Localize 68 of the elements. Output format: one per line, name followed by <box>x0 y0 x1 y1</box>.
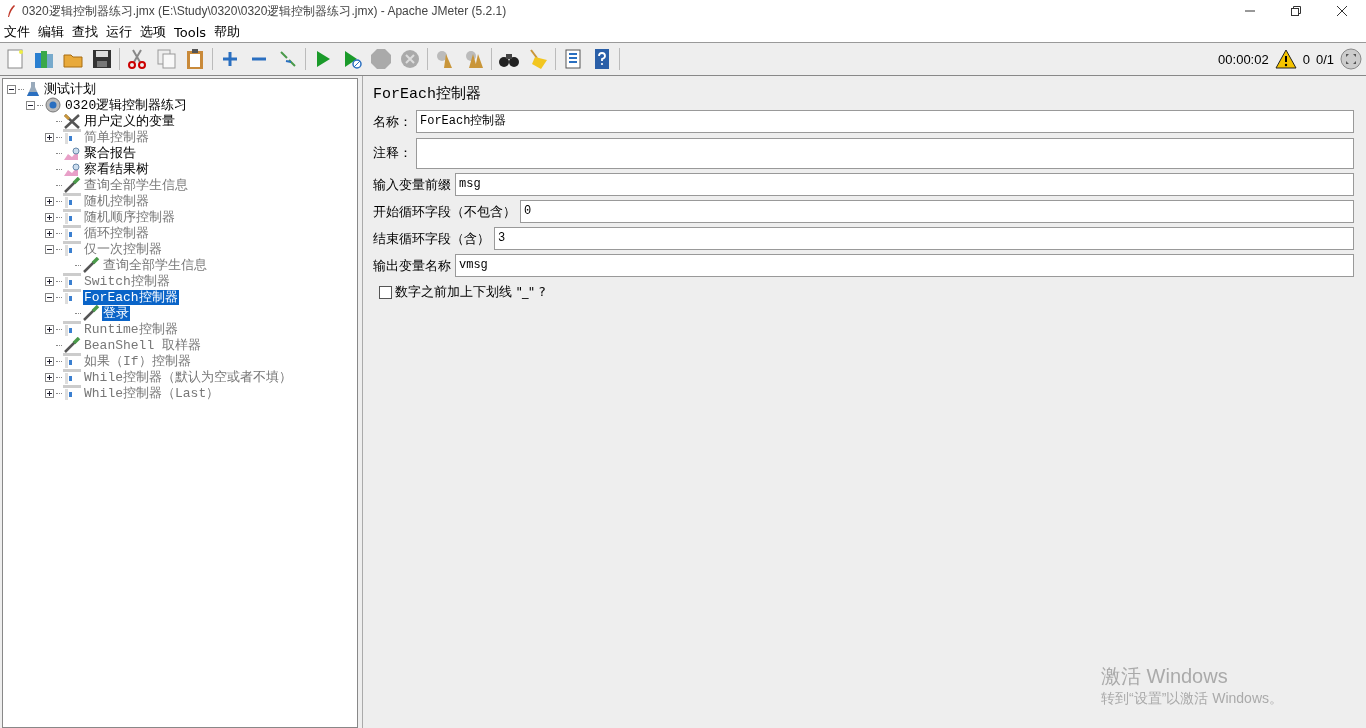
flask-icon <box>25 81 41 97</box>
pipette-icon <box>82 305 100 321</box>
menu-item[interactable]: 编辑 <box>38 23 64 41</box>
tools-icon <box>63 113 81 129</box>
tree-item[interactable]: 察看结果树 <box>83 161 150 177</box>
thread-count: 0/1 <box>1315 51 1334 67</box>
comment-field[interactable] <box>416 137 1354 169</box>
chart-icon <box>63 145 81 161</box>
checkbox[interactable] <box>379 285 392 299</box>
input-field[interactable]: msg <box>455 173 1354 196</box>
tree-item[interactable]: 聚合报告 <box>83 145 137 161</box>
input-field[interactable]: 0 <box>520 200 1354 223</box>
input-field[interactable]: vmsg <box>455 254 1354 277</box>
field-label: 名称： <box>373 112 413 131</box>
clipboard-icon[interactable] <box>184 48 206 70</box>
menu-item[interactable]: 查找 <box>72 23 98 41</box>
expand-toggle[interactable] <box>7 84 16 94</box>
chart-icon <box>63 161 81 177</box>
gear-icon <box>44 97 62 113</box>
checkbox-label: 数字之前加上下划线 "_" ? <box>395 283 546 301</box>
controller-icon <box>63 385 81 401</box>
restore-icon[interactable] <box>1290 5 1302 17</box>
window-title: 0320逻辑控制器练习.jmx (E:\Study\0320\0320逻辑控制器练习.jmx) - Apache JMeter (5.2.1) <box>22 2 507 20</box>
warning-icon <box>1274 49 1297 69</box>
books-icon[interactable] <box>33 48 55 70</box>
controller-icon <box>63 225 81 241</box>
elapsed-time: 00:00:02 <box>1218 51 1269 67</box>
field-label: 输出变量名称 <box>373 256 452 275</box>
tree-item[interactable]: 登录 <box>102 305 130 321</box>
arrows-circle-icon <box>1340 48 1362 70</box>
field-label: 输入变量前缀 <box>373 175 452 194</box>
controller-icon <box>63 289 81 305</box>
pipette-icon <box>82 257 100 273</box>
tree-item[interactable]: 测试计划 <box>43 81 97 97</box>
panel-title: ForEach控制器 <box>373 84 482 105</box>
scissors-icon[interactable] <box>126 48 148 70</box>
pipette-icon <box>63 177 81 193</box>
field-label: 开始循环字段（不包含） <box>373 202 517 221</box>
list-icon[interactable] <box>562 48 584 70</box>
menu-item[interactable]: 文件 <box>4 23 30 41</box>
controller-icon <box>63 353 81 369</box>
controller-icon <box>63 209 81 225</box>
tree-item[interactable]: ForEach控制器 <box>83 289 179 305</box>
field-label: 注释： <box>373 144 413 162</box>
menu-item[interactable]: Tools <box>174 24 207 40</box>
close-icon[interactable] <box>1336 5 1348 17</box>
controller-icon <box>63 369 81 385</box>
controller-icon <box>63 129 81 145</box>
save-icon[interactable] <box>91 48 113 70</box>
expand-toggle[interactable] <box>45 292 54 302</box>
expand-toggle[interactable] <box>26 100 35 110</box>
warning-count: 0 <box>1302 51 1310 67</box>
pipette-icon <box>63 337 81 353</box>
input-field[interactable]: ForEach控制器 <box>416 110 1354 133</box>
menu-item[interactable]: 运行 <box>106 23 132 41</box>
tree-item[interactable]: 用户定义的变量 <box>83 113 176 129</box>
feather-icon <box>6 4 16 18</box>
controller-icon <box>63 193 81 209</box>
controller-icon <box>63 241 81 257</box>
activation-hint: 转到“设置”以激活 Windows。 <box>1101 690 1284 708</box>
tree-item[interactable]: 0320逻辑控制器练习 <box>64 97 189 113</box>
input-field[interactable]: 3 <box>494 227 1354 250</box>
menu-item[interactable]: 帮助 <box>214 23 241 41</box>
menu-item[interactable]: 选项 <box>140 23 166 41</box>
controller-icon <box>63 273 81 289</box>
controller-icon <box>63 321 81 337</box>
field-label: 结束循环字段（含） <box>373 229 491 248</box>
activation-title: 激活 Windows <box>1101 664 1229 689</box>
